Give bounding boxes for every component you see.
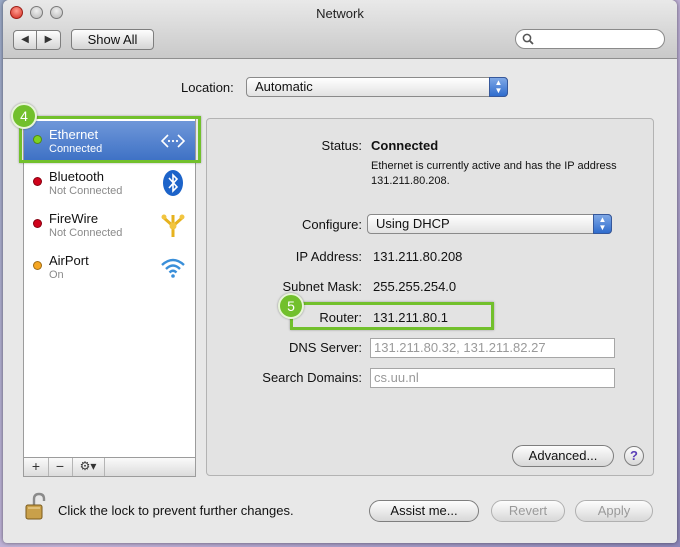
wifi-icon — [161, 258, 185, 278]
search-input[interactable] — [538, 31, 660, 49]
service-name: FireWire — [49, 211, 99, 226]
popup-arrows-icon: ▲ ▼ — [593, 214, 612, 234]
add-service-button[interactable]: + — [24, 458, 49, 476]
search-icon — [522, 33, 534, 45]
help-button[interactable]: ? — [624, 446, 644, 466]
service-action-menu-button[interactable]: ⚙▾ — [72, 458, 105, 476]
service-state: On — [49, 269, 64, 281]
callout-highlight-ethernet — [19, 116, 201, 163]
show-all-button[interactable]: Show All — [71, 29, 154, 50]
title-bar: Network ◀ ▶ Show All — [3, 0, 677, 59]
search-domains-field[interactable]: cs.uu.nl — [370, 368, 615, 388]
status-label: Status: — [321, 138, 362, 153]
service-list-toolbar: + − ⚙▾ — [23, 457, 196, 477]
location-popup[interactable]: Automatic ▲ ▼ — [246, 77, 508, 97]
status-value: Connected — [371, 138, 439, 153]
dns-server-label: DNS Server: — [289, 340, 362, 355]
service-name: Bluetooth — [49, 169, 104, 184]
lock-hint-text: Click the lock to prevent further change… — [58, 503, 294, 518]
status-dot — [33, 219, 42, 228]
dns-server-field[interactable]: 131.211.80.32, 131.211.82.27 — [370, 338, 615, 358]
location-value: Automatic — [255, 79, 313, 94]
status-description: Ethernet is currently active and has the… — [371, 160, 617, 187]
service-list: Ethernet Connected Bluetooth Not Connect… — [23, 118, 196, 458]
search-domains-label: Search Domains: — [262, 370, 362, 385]
search-field[interactable] — [515, 29, 665, 49]
ip-address-label: IP Address: — [295, 249, 362, 264]
apply-button[interactable]: Apply — [575, 500, 653, 522]
assist-me-button[interactable]: Assist me... — [369, 500, 479, 522]
forward-button[interactable]: ▶ — [37, 30, 61, 50]
window-title: Network — [316, 6, 364, 21]
back-button[interactable]: ◀ — [13, 30, 37, 50]
advanced-button[interactable]: Advanced... — [512, 445, 614, 467]
subnet-mask-label: Subnet Mask: — [282, 279, 363, 294]
status-dot — [33, 261, 42, 270]
callout-number-badge: 4 — [11, 103, 37, 129]
service-state: Not Connected — [49, 185, 123, 197]
popup-arrows-icon: ▲ ▼ — [489, 77, 508, 97]
callout-highlight-router — [290, 302, 494, 330]
firewire-icon — [161, 214, 185, 237]
revert-button[interactable]: Revert — [491, 500, 565, 522]
service-item-airport[interactable]: AirPort On — [24, 247, 195, 289]
configure-popup[interactable]: Using DHCP ▲ ▼ — [367, 214, 612, 234]
configure-value: Using DHCP — [376, 216, 450, 231]
configure-label: Configure: — [302, 217, 362, 232]
remove-service-button[interactable]: − — [48, 458, 73, 476]
bluetooth-icon — [163, 170, 183, 196]
callout-number-badge: 5 — [278, 293, 304, 319]
location-label: Location: — [181, 80, 234, 95]
ip-address-value: 131.211.80.208 — [373, 249, 463, 264]
unlocked-padlock-icon[interactable] — [25, 492, 49, 520]
status-dot — [33, 177, 42, 186]
network-preferences-window: Network ◀ ▶ Show All Location: Automatic… — [3, 0, 677, 543]
service-state: Not Connected — [49, 227, 123, 239]
ethernet-detail-panel: Status: Connected Ethernet is currently … — [206, 118, 654, 476]
service-name: AirPort — [49, 253, 89, 268]
service-item-firewire[interactable]: FireWire Not Connected — [24, 205, 195, 247]
service-item-bluetooth[interactable]: Bluetooth Not Connected — [24, 163, 195, 205]
subnet-mask-value: 255.255.254.0 — [373, 279, 457, 294]
